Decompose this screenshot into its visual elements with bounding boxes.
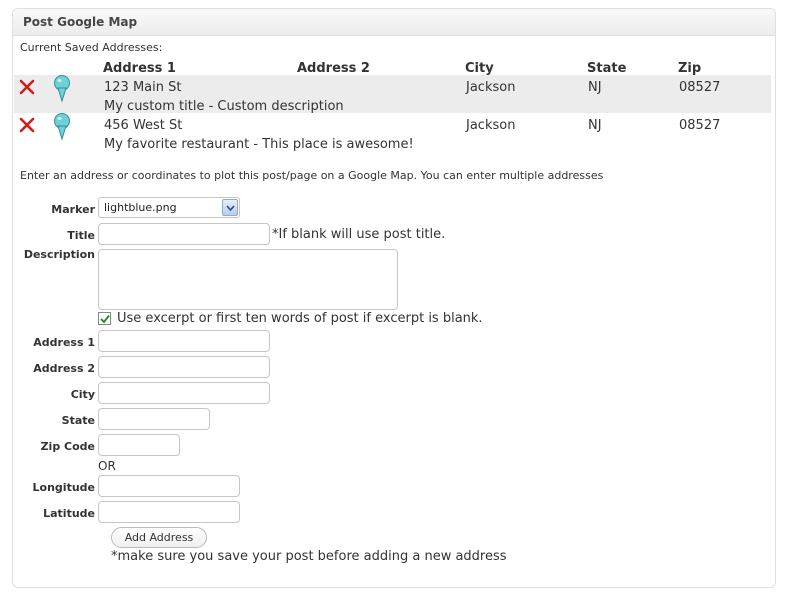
row-address1: 456 West St <box>104 118 183 133</box>
marker-label: Marker <box>51 203 95 216</box>
zip-code-label: Zip Code <box>40 440 95 453</box>
row-city: Jackson <box>466 80 516 95</box>
post-google-map-panel: Post Google Map Current Saved Addresses:… <box>12 8 776 588</box>
title-hint: *If blank will use post title. <box>272 227 446 242</box>
longitude-input[interactable] <box>98 475 240 497</box>
title-label: Title <box>67 229 95 242</box>
use-excerpt-label: Use excerpt or first ten words of post i… <box>117 311 483 326</box>
description-label: Description <box>23 248 95 261</box>
row-city: Jackson <box>466 118 516 133</box>
column-header-zip: Zip <box>678 61 702 76</box>
city-input[interactable] <box>98 382 270 404</box>
zip-code-input[interactable] <box>98 434 180 456</box>
saved-addresses-caption: Current Saved Addresses: <box>20 41 163 54</box>
save-reminder-note: *make sure you save your post before add… <box>111 549 507 564</box>
row-title-description: My favorite restaurant - This place is a… <box>104 137 414 152</box>
description-textarea[interactable] <box>98 249 398 310</box>
row-address1: 123 Main St <box>104 80 182 95</box>
latitude-input[interactable] <box>98 501 240 523</box>
chevron-down-icon[interactable] <box>222 199 238 216</box>
address2-input[interactable] <box>98 356 270 378</box>
delete-icon[interactable] <box>19 117 35 133</box>
longitude-label: Longitude <box>32 481 95 494</box>
row-state: NJ <box>588 118 602 133</box>
lightblue-pin-icon <box>53 75 71 103</box>
row-title-description: My custom title - Custom description <box>104 99 344 114</box>
use-excerpt-checkbox[interactable] <box>98 312 111 325</box>
marker-select[interactable]: lightblue.png <box>98 197 240 218</box>
or-separator: OR <box>98 459 116 473</box>
lightblue-pin-icon <box>53 113 71 141</box>
title-input[interactable] <box>98 223 270 245</box>
address1-label: Address 1 <box>33 336 95 349</box>
column-header-address1: Address 1 <box>103 61 176 76</box>
marker-select-value: lightblue.png <box>104 201 177 214</box>
saved-address-row: 123 Main St Jackson NJ 08527 My custom t… <box>14 75 771 114</box>
column-header-address2: Address 2 <box>297 61 370 76</box>
address2-label: Address 2 <box>33 362 95 375</box>
column-header-state: State <box>587 61 627 76</box>
add-address-button[interactable]: Add Address <box>111 527 207 548</box>
row-state: NJ <box>588 80 602 95</box>
city-label: City <box>70 388 95 401</box>
row-zip: 08527 <box>679 80 721 95</box>
state-label: State <box>61 414 95 427</box>
latitude-label: Latitude <box>43 507 95 520</box>
panel-title: Post Google Map <box>13 9 775 36</box>
delete-icon[interactable] <box>19 79 35 95</box>
saved-address-row: 456 West St Jackson NJ 08527 My favorite… <box>14 113 771 152</box>
column-header-city: City <box>465 61 494 76</box>
row-zip: 08527 <box>679 118 721 133</box>
form-instructions: Enter an address or coordinates to plot … <box>20 169 604 182</box>
state-input[interactable] <box>98 408 210 430</box>
address1-input[interactable] <box>98 330 270 352</box>
